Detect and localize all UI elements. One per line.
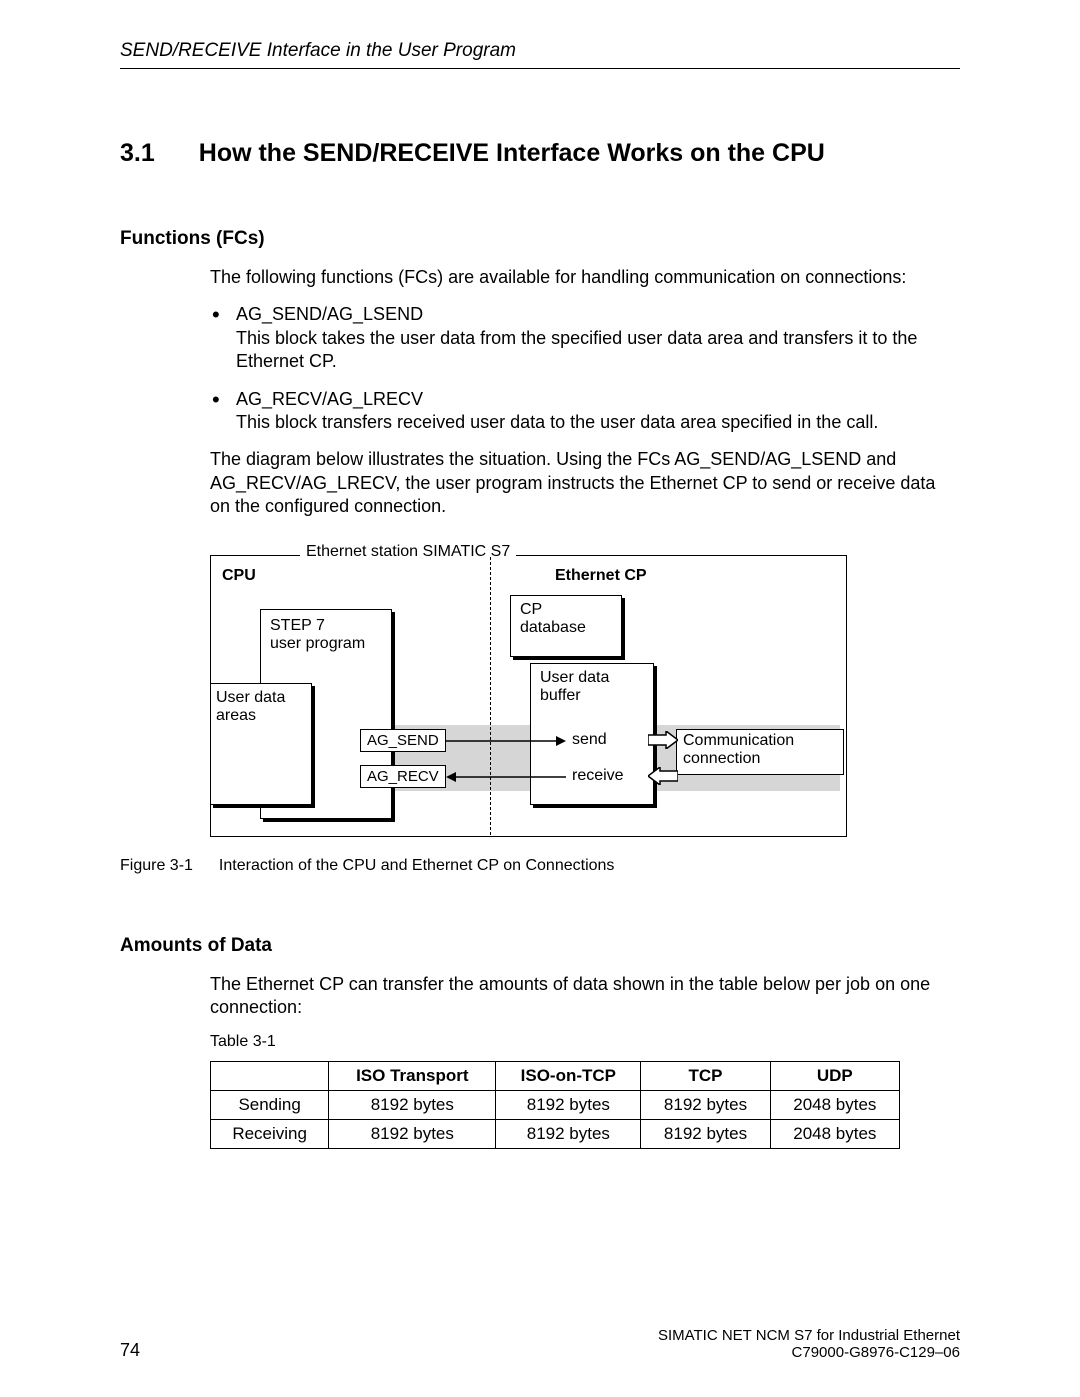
functions-body: The following functions (FCs) are availa… [210, 266, 960, 519]
list-item: AG_SEND/AG_LSEND This block takes the us… [210, 303, 960, 373]
receive-label: receive [572, 767, 624, 785]
diagram-outer-title: Ethernet station SIMATIC S7 [300, 543, 516, 561]
cell: 8192 bytes [641, 1120, 770, 1149]
cell: Sending [211, 1091, 329, 1120]
cell: 2048 bytes [770, 1120, 899, 1149]
figure-text: Interaction of the CPU and Ethernet CP o… [219, 857, 615, 875]
section-heading: 3.1 How the SEND/RECEIVE Interface Works… [120, 139, 960, 168]
arrow-recv-icon [446, 769, 566, 785]
table-caption: Table 3-1 [210, 1033, 960, 1051]
bullet-desc: This block takes the user data from the … [236, 327, 960, 374]
amounts-body: The Ethernet CP can transfer the amounts… [210, 973, 960, 1020]
user-data-areas-label: User data areas [216, 689, 285, 725]
bullet-desc: This block transfers received user data … [236, 411, 960, 434]
communication-connection-box: Communication connection [676, 729, 844, 775]
page-number: 74 [120, 1340, 140, 1361]
section-title: How the SEND/RECEIVE Interface Works on … [199, 139, 825, 168]
cell: 8192 bytes [496, 1091, 641, 1120]
cell: Receiving [211, 1120, 329, 1149]
th-empty [211, 1062, 329, 1091]
figure-label: Figure 3-1 [120, 857, 193, 875]
diagram: Ethernet station SIMATIC S7 CPU Ethernet… [210, 543, 960, 843]
functions-intro: The following functions (FCs) are availa… [210, 266, 960, 289]
bullet-title: AG_RECV/AG_LRECV [236, 388, 960, 411]
arrow-out-icon [648, 731, 678, 749]
running-head: SEND/RECEIVE Interface in the User Progr… [120, 40, 960, 69]
amounts-intro: The Ethernet CP can transfer the amounts… [210, 973, 960, 1020]
functions-after: The diagram below illustrates the situat… [210, 448, 960, 518]
ag-recv-box: AG_RECV [360, 765, 446, 788]
arrow-in-icon [648, 767, 678, 785]
cell: 8192 bytes [329, 1120, 496, 1149]
send-label: send [572, 731, 607, 749]
th-iso-on-tcp: ISO-on-TCP [496, 1062, 641, 1091]
list-item: AG_RECV/AG_LRECV This block transfers re… [210, 388, 960, 435]
data-table: ISO Transport ISO-on-TCP TCP UDP Sending… [210, 1061, 900, 1149]
th-udp: UDP [770, 1062, 899, 1091]
page: SEND/RECEIVE Interface in the User Progr… [0, 0, 1080, 1397]
cp-database-label: CP database [520, 601, 586, 637]
page-footer: 74 SIMATIC NET NCM S7 for Industrial Eth… [120, 1327, 960, 1361]
cell: 8192 bytes [641, 1091, 770, 1120]
cell: 8192 bytes [496, 1120, 641, 1149]
cell: 8192 bytes [329, 1091, 496, 1120]
diagram-cpu-label: CPU [222, 567, 256, 585]
section-number: 3.1 [120, 139, 155, 168]
cell: 2048 bytes [770, 1091, 899, 1120]
footer-line2: C79000-G8976-C129–06 [792, 1344, 960, 1361]
ag-send-box: AG_SEND [360, 729, 446, 752]
footer-line1: SIMATIC NET NCM S7 for Industrial Ethern… [658, 1327, 960, 1344]
figure-caption: Figure 3-1 Interaction of the CPU and Et… [120, 857, 960, 875]
table-header-row: ISO Transport ISO-on-TCP TCP UDP [211, 1062, 900, 1091]
table-row: Sending 8192 bytes 8192 bytes 8192 bytes… [211, 1091, 900, 1120]
diagram-divider [490, 557, 491, 835]
amounts-heading: Amounts of Data [120, 935, 960, 957]
th-iso-transport: ISO Transport [329, 1062, 496, 1091]
functions-list: AG_SEND/AG_LSEND This block takes the us… [210, 303, 960, 434]
bullet-title: AG_SEND/AG_LSEND [236, 303, 960, 326]
functions-heading: Functions (FCs) [120, 228, 960, 250]
th-tcp: TCP [641, 1062, 770, 1091]
user-data-buffer-label: User data buffer [540, 669, 609, 705]
table-row: Receiving 8192 bytes 8192 bytes 8192 byt… [211, 1120, 900, 1149]
step7-label: STEP 7 user program [270, 617, 365, 653]
diagram-ethcp-label: Ethernet CP [555, 567, 647, 585]
arrow-send-icon [446, 733, 566, 749]
